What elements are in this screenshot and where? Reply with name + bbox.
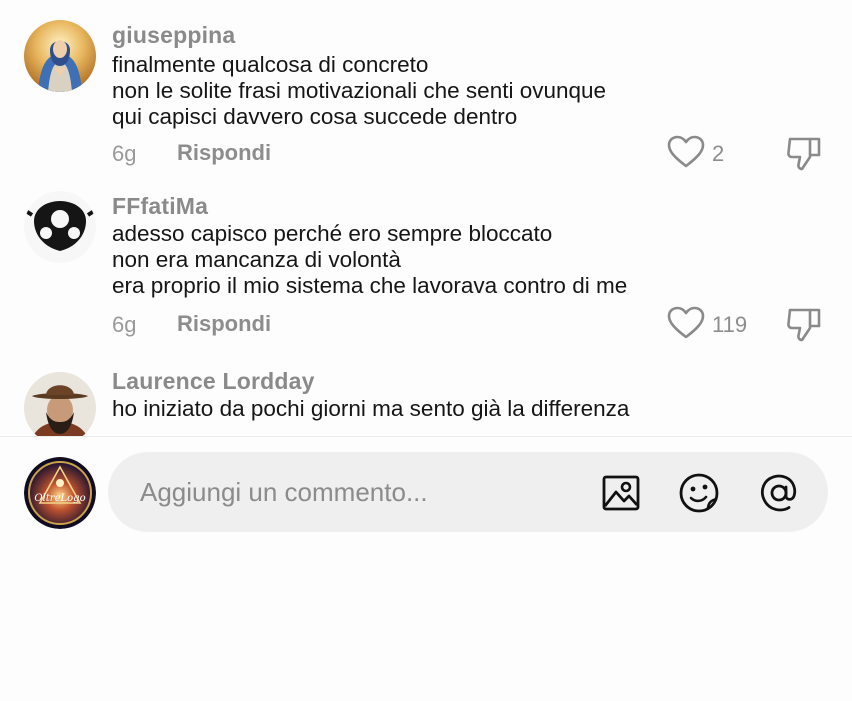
madonna-portrait-icon (24, 20, 96, 92)
thumbs-down-icon (787, 308, 821, 342)
reply-button[interactable]: Rispondi (177, 311, 271, 337)
thumbs-down-icon (787, 137, 821, 171)
current-user-avatar[interactable]: OltreLogo (24, 457, 96, 529)
mention-button[interactable] (758, 472, 800, 514)
comment-text-line: non le solite frasi motivazionali che se… (112, 78, 607, 103)
heart-icon (667, 135, 705, 168)
avatar[interactable] (24, 191, 96, 263)
comment-input[interactable] (140, 474, 580, 510)
avatar[interactable] (24, 20, 96, 92)
emoji-icon (679, 473, 719, 513)
dislike-button[interactable] (784, 133, 824, 173)
comment-timestamp: 6g (112, 141, 137, 166)
image-button[interactable] (600, 472, 642, 514)
like-count: 2 (712, 141, 725, 166)
comment-text-line: era proprio il mio sistema che lavorava … (112, 273, 628, 298)
comment-text-line: finalmente qualcosa di concreto (112, 52, 429, 77)
image-icon (602, 475, 640, 511)
mention-icon (761, 474, 797, 512)
avatar[interactable] (24, 372, 96, 437)
composer-divider (0, 436, 852, 437)
logo-text: OltreLogo (34, 493, 85, 504)
black-mask-icon (24, 191, 96, 263)
bearded-man-with-hat-icon (24, 372, 96, 437)
like-count: 119 (712, 312, 748, 337)
comment-composer (108, 452, 828, 532)
comment-username[interactable]: FFfatiMa (112, 193, 208, 220)
like-button[interactable] (666, 134, 706, 170)
like-button[interactable] (666, 305, 706, 341)
comment-username[interactable]: Laurence Lordday (112, 368, 315, 395)
reply-button[interactable]: Rispondi (177, 140, 271, 166)
comment-list: giuseppina finalmente qualcosa di concre… (0, 0, 852, 437)
emoji-button[interactable] (678, 472, 720, 514)
heart-icon (667, 306, 705, 339)
comment-username[interactable]: giuseppina (112, 22, 235, 49)
comment-text-line: adesso capisco perché ero sempre bloccat… (112, 221, 553, 246)
dislike-button[interactable] (784, 304, 824, 344)
comment-text-line: ho iniziato da pochi giorni ma sento già… (112, 396, 630, 421)
comment-text-line: non era mancanza di volontà (112, 247, 401, 272)
oltrelogo-avatar-icon: OltreLogo (24, 457, 96, 529)
comment-text-line: qui capisci davvero cosa succede dentro (112, 104, 518, 129)
comment-timestamp: 6g (112, 312, 137, 337)
